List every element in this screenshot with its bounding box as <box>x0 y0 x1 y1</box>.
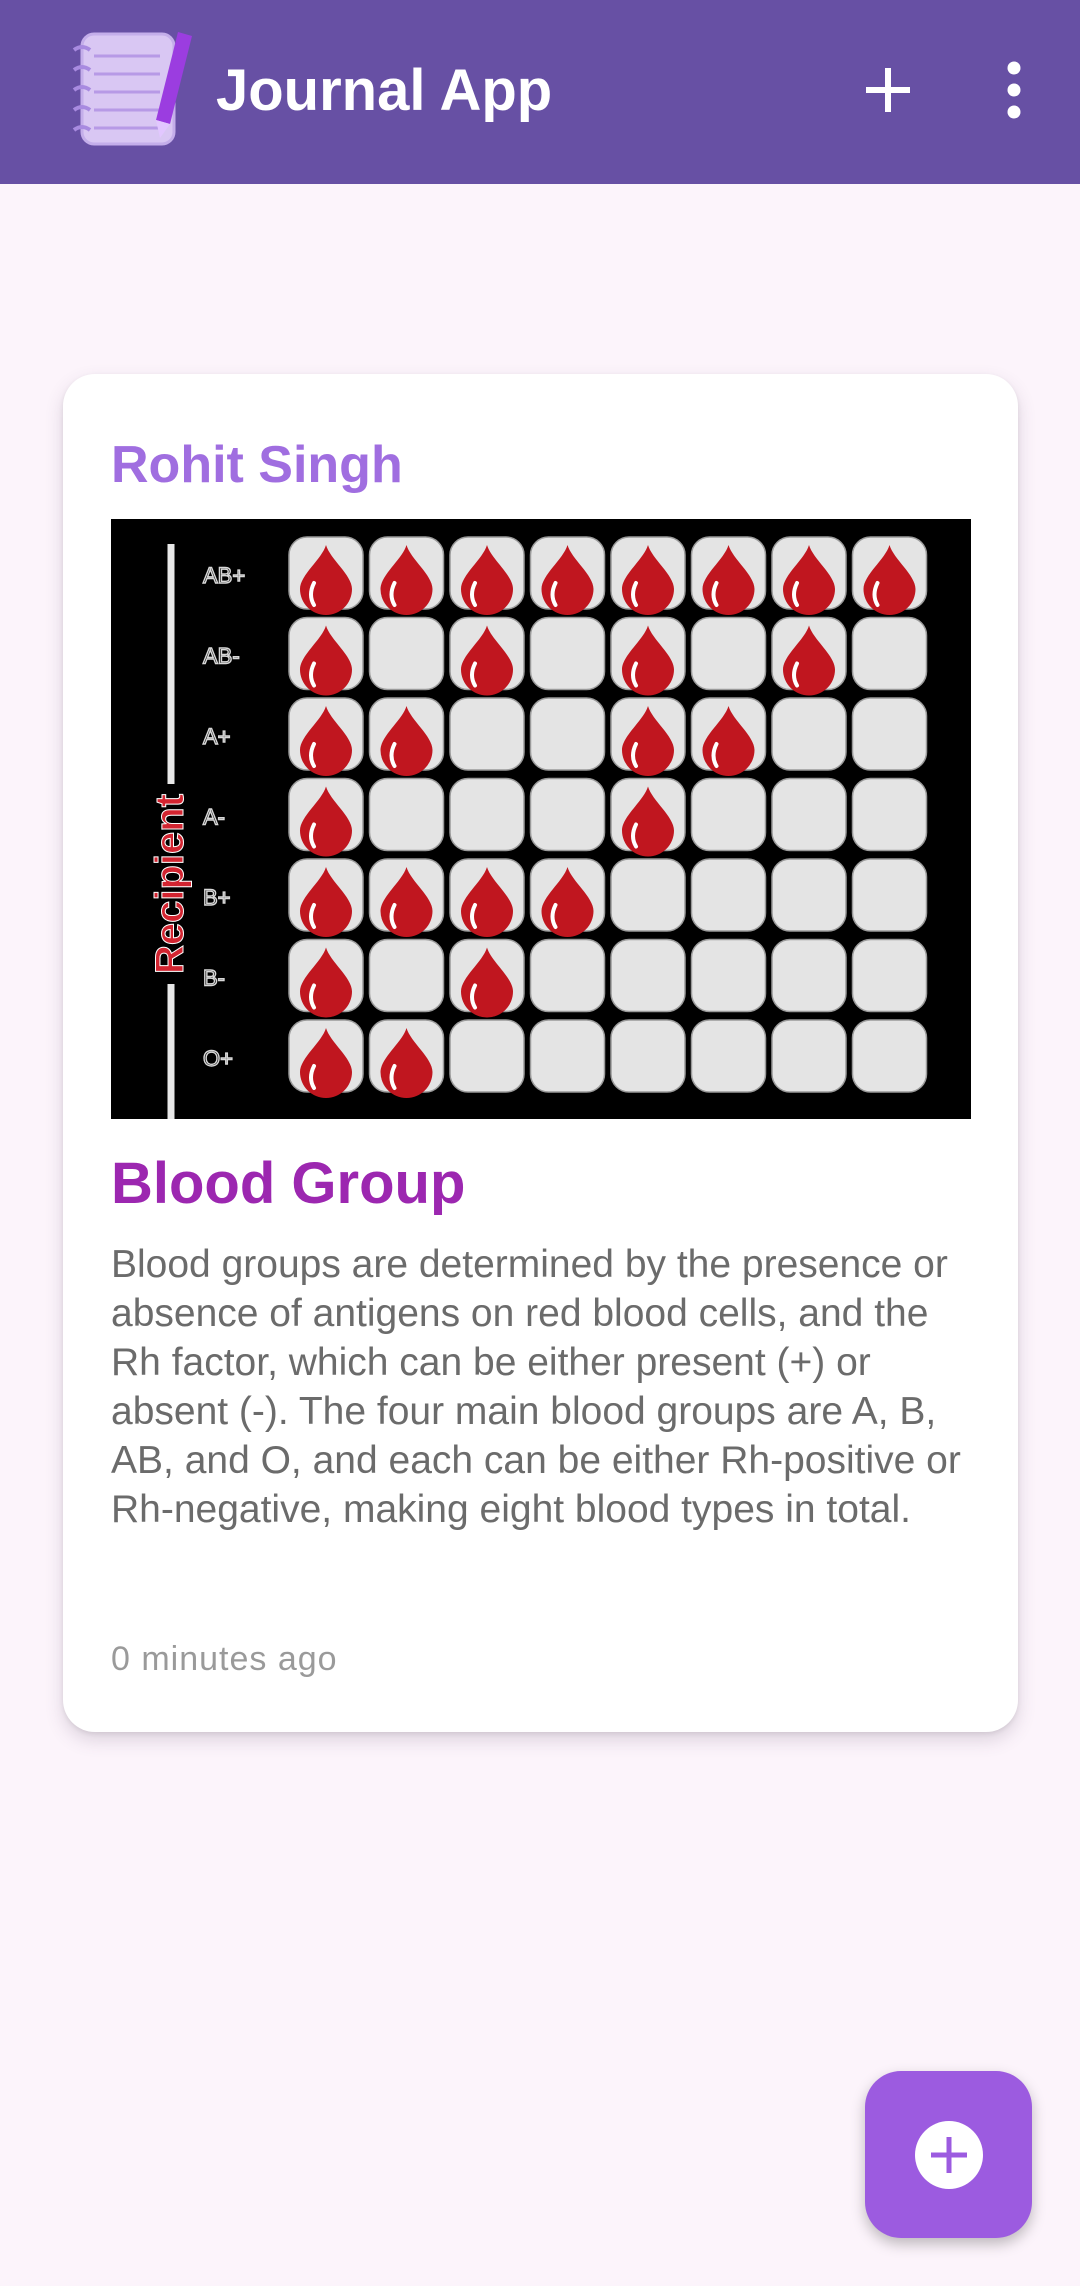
app-bar: Journal App <box>0 0 1080 184</box>
grid-cell <box>851 697 928 771</box>
grid-cell <box>529 1019 606 1093</box>
grid-cell <box>851 858 928 932</box>
app-title: Journal App <box>216 58 553 123</box>
entry-title: Blood Group <box>111 1151 466 1216</box>
grid-cell <box>851 777 928 852</box>
grid-cell <box>771 697 847 771</box>
add-circle-icon <box>915 2121 983 2189</box>
entry-timestamp: 0 minutes ago <box>111 1640 338 1678</box>
grid-cell <box>690 616 767 691</box>
row-label: A+ <box>203 724 231 749</box>
grid-cell <box>529 697 606 771</box>
grid-cell <box>368 777 445 852</box>
grid-cell <box>368 938 445 1013</box>
grid-cell <box>851 616 928 691</box>
grid-cell <box>771 938 847 1013</box>
grid-cell <box>690 777 767 852</box>
grid-cell <box>851 1019 928 1093</box>
row-label: O+ <box>203 1046 233 1071</box>
entry-body: Blood groups are determined by the prese… <box>111 1243 961 1531</box>
row-label: AB+ <box>203 563 245 588</box>
entry-author: Rohit Singh <box>111 436 403 494</box>
grid-cell <box>449 1019 525 1093</box>
grid-cell <box>368 616 445 691</box>
entry-image: Recipient AB+ AB- A+ A- B+ B- O+ <box>111 519 971 1119</box>
more-vertical-icon[interactable] <box>978 54 1050 126</box>
grid-cell <box>449 777 525 852</box>
grid-cell <box>771 858 847 932</box>
grid-cell <box>529 777 606 852</box>
grid-cell <box>529 938 606 1013</box>
grid-cell <box>529 616 606 691</box>
row-label: B+ <box>203 885 231 910</box>
grid-cell <box>690 1019 767 1093</box>
row-label: AB- <box>203 644 240 669</box>
journal-entry-card[interactable]: Rohit Singh Recipient AB+ AB- A+ A- B+ B- O+ B… <box>63 374 1018 1732</box>
journal-notebook-icon <box>72 32 192 146</box>
plus-icon[interactable] <box>852 54 924 126</box>
add-entry-fab[interactable] <box>865 2071 1032 2238</box>
grid-cell <box>690 858 767 932</box>
row-label: B- <box>203 966 225 991</box>
grid-cell <box>610 938 686 1013</box>
grid-cell <box>690 938 767 1013</box>
grid-cell <box>610 1019 686 1093</box>
row-label: A- <box>203 805 225 830</box>
grid-cell <box>771 1019 847 1093</box>
grid-cell <box>851 938 928 1013</box>
grid-cell <box>449 697 525 771</box>
grid-cell <box>771 777 847 852</box>
grid-cell <box>610 858 686 932</box>
recipient-label: Recipient <box>148 794 192 974</box>
